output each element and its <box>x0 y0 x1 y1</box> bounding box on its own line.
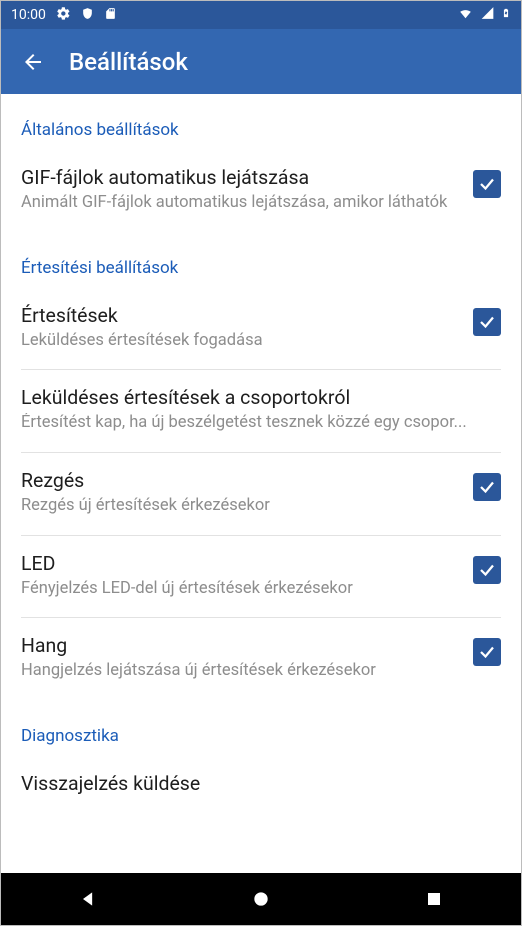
checkbox-sound[interactable] <box>473 638 501 666</box>
checkbox-led[interactable] <box>473 556 501 584</box>
battery-icon <box>501 5 511 25</box>
setting-title: Visszajelzés küldése <box>21 772 485 795</box>
setting-title: Hang <box>21 634 457 657</box>
nav-home-button[interactable] <box>241 879 281 919</box>
setting-notifications[interactable]: Értesítések Leküldéses értesítések fogad… <box>1 288 521 370</box>
gear-icon <box>56 6 71 25</box>
setting-title: GIF-fájlok automatikus lejátszása <box>21 166 457 189</box>
signal-icon <box>480 6 495 24</box>
square-icon <box>425 890 443 908</box>
status-bar: 10:00 <box>1 1 521 29</box>
setting-send-feedback[interactable]: Visszajelzés küldése <box>1 756 521 803</box>
check-icon <box>478 561 496 579</box>
section-header-diagnostics: Diagnosztika <box>1 700 521 756</box>
status-time: 10:00 <box>11 7 46 23</box>
setting-subtitle: Értesítést kap, ha új beszélgetést teszn… <box>21 413 485 434</box>
setting-title: Rezgés <box>21 469 457 492</box>
wifi-icon <box>457 6 474 24</box>
check-icon <box>478 175 496 193</box>
setting-sound[interactable]: Hang Hangjelzés lejátszása új értesítése… <box>1 618 521 700</box>
setting-vibrate[interactable]: Rezgés Rezgés új értesítések érkezésekor <box>1 453 521 535</box>
check-icon <box>478 478 496 496</box>
setting-subtitle: Animált GIF-fájlok automatikus lejátszás… <box>21 193 457 214</box>
setting-title: Értesítések <box>21 304 457 327</box>
setting-group-notifications[interactable]: Leküldéses értesítések a csoportokról Ér… <box>1 370 521 452</box>
section-header-notifications: Értesítési beállítások <box>1 232 521 288</box>
checkbox-gif-autoplay[interactable] <box>473 170 501 198</box>
setting-subtitle: Fényjelzés LED-del új értesítések érkezé… <box>21 579 457 600</box>
setting-gif-autoplay[interactable]: GIF-fájlok automatikus lejátszása Animál… <box>1 150 521 232</box>
setting-subtitle: Hangjelzés lejátszása új értesítések érk… <box>21 661 457 682</box>
checkbox-vibrate[interactable] <box>473 473 501 501</box>
nav-recent-button[interactable] <box>414 879 454 919</box>
page-title: Beállítások <box>69 48 188 76</box>
nav-back-button[interactable] <box>68 879 108 919</box>
triangle-left-icon <box>78 889 98 909</box>
sd-card-icon <box>104 6 117 25</box>
check-icon <box>478 643 496 661</box>
app-bar: Beállítások <box>1 29 521 94</box>
setting-subtitle: Rezgés új értesítések érkezésekor <box>21 496 457 517</box>
arrow-left-icon <box>21 50 45 74</box>
shield-icon <box>81 6 94 25</box>
circle-icon <box>251 889 271 909</box>
setting-led[interactable]: LED Fényjelzés LED-del új értesítések ér… <box>1 536 521 618</box>
back-button[interactable] <box>19 48 47 76</box>
setting-title: LED <box>21 552 457 575</box>
check-icon <box>478 313 496 331</box>
checkbox-notifications[interactable] <box>473 308 501 336</box>
settings-content: Általános beállítások GIF-fájlok automat… <box>1 94 521 873</box>
nav-bar <box>1 873 521 925</box>
setting-subtitle: Leküldéses értesítések fogadása <box>21 331 457 352</box>
section-header-general: Általános beállítások <box>1 94 521 150</box>
setting-title: Leküldéses értesítések a csoportokról <box>21 386 485 409</box>
